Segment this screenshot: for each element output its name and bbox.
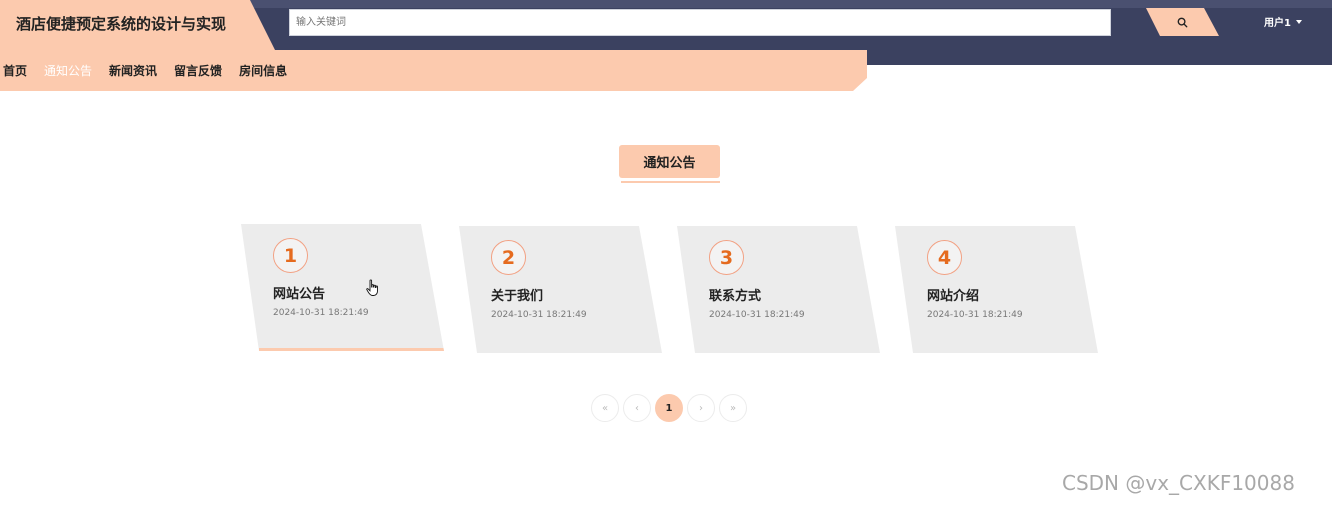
hand-pointer-icon xyxy=(366,279,380,301)
notice-title: 关于我们 xyxy=(491,289,544,304)
user-name: 用户1 xyxy=(1264,18,1291,29)
notice-number: 3 xyxy=(709,240,744,275)
next-page-button[interactable]: › xyxy=(687,394,715,422)
notice-date: 2024-10-31 18:21:49 xyxy=(273,308,369,318)
nav-item-home[interactable]: 首页 xyxy=(3,62,27,79)
user-menu[interactable]: 用户1 xyxy=(1264,14,1302,29)
nav-item-news[interactable]: 新闻资讯 xyxy=(109,62,157,79)
notice-date: 2024-10-31 18:21:49 xyxy=(491,310,587,320)
main-nav: 首页 通知公告 新闻资讯 留言反馈 房间信息 xyxy=(0,50,867,91)
app-title: 酒店便捷预定系统的设计与实现 xyxy=(16,15,227,33)
notice-card[interactable]: 2 关于我们 2024-10-31 18:21:49 xyxy=(459,226,662,353)
notice-date: 2024-10-31 18:21:49 xyxy=(709,310,805,320)
search-input[interactable] xyxy=(289,9,1111,36)
notice-card[interactable]: 4 网站介绍 2024-10-31 18:21:49 xyxy=(895,226,1098,353)
page-button-current[interactable]: 1 xyxy=(655,394,683,422)
card-highlight-bar xyxy=(259,348,444,351)
last-page-button[interactable]: » xyxy=(719,394,747,422)
first-page-button[interactable]: « xyxy=(591,394,619,422)
search-icon xyxy=(1177,17,1188,27)
notice-number: 2 xyxy=(491,240,526,275)
notice-title: 联系方式 xyxy=(709,289,762,304)
section-title: 通知公告 xyxy=(619,145,720,178)
notice-card[interactable]: 3 联系方式 2024-10-31 18:21:49 xyxy=(677,226,880,353)
pagination: « ‹ 1 › » xyxy=(591,394,747,422)
caret-down-icon xyxy=(1295,19,1302,24)
notice-title: 网站介绍 xyxy=(927,289,980,304)
notice-date: 2024-10-31 18:21:49 xyxy=(927,310,1023,320)
notice-number: 4 xyxy=(927,240,962,275)
notice-title: 网站公告 xyxy=(273,287,326,302)
nav-item-feedback[interactable]: 留言反馈 xyxy=(174,62,222,79)
brand-banner: 酒店便捷预定系统的设计与实现 xyxy=(0,0,275,50)
prev-page-button[interactable]: ‹ xyxy=(623,394,651,422)
notice-card[interactable]: 1 网站公告 2024-10-31 18:21:49 xyxy=(241,224,444,351)
watermark: CSDN @vx_CXKF10088 xyxy=(1062,471,1295,495)
nav-item-rooms[interactable]: 房间信息 xyxy=(239,62,287,79)
notice-number: 1 xyxy=(273,238,308,273)
section-underline xyxy=(621,181,720,183)
nav-item-notices[interactable]: 通知公告 xyxy=(44,62,92,79)
